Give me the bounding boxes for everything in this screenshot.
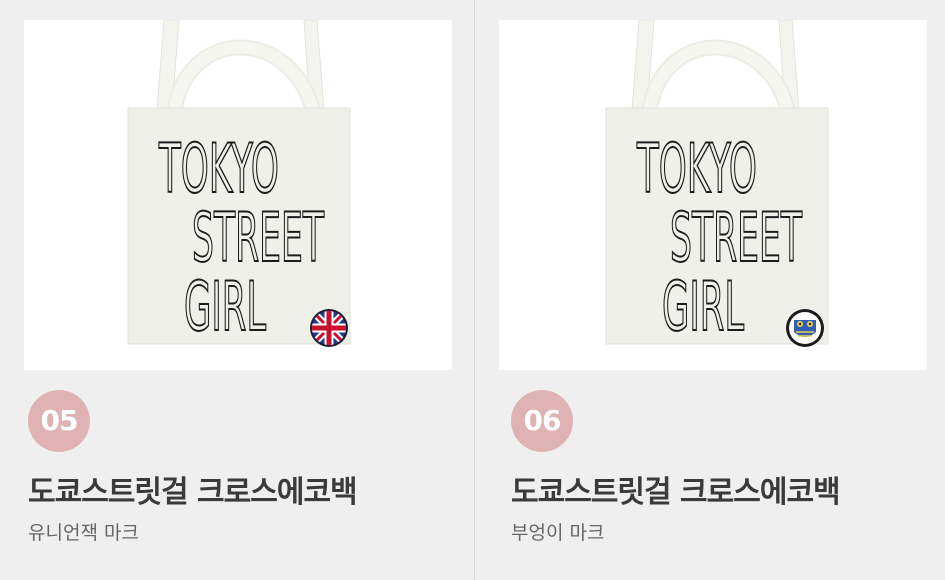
product-option-label: 유니언잭 마크 — [28, 522, 139, 544]
bag-print-line-2: STREET — [192, 199, 324, 278]
owl-patch-icon — [786, 309, 824, 347]
bag-print-line-3: GIRL — [184, 268, 266, 347]
product-image[interactable]: TOKYO STREET GIRL — [499, 20, 927, 370]
product-image[interactable]: TOKYO STREET GIRL — [24, 20, 452, 370]
tote-bag-image: TOKYO STREET GIRL — [127, 20, 351, 348]
product-option-label: 부엉이 마크 — [511, 522, 605, 544]
product-card[interactable]: TOKYO STREET GIRL 05 도쿄스트릿걸 크로스에코백 유니언잭 … — [0, 0, 472, 580]
bag-print-line-2: STREET — [670, 199, 802, 278]
product-number-badge: 05 — [28, 390, 90, 452]
product-card[interactable]: TOKYO STREET GIRL 06 도쿄스트릿걸 크로스에코백 부엉이 마… — [476, 0, 945, 580]
column-divider — [474, 0, 475, 580]
bag-print-line-1: TOKYO — [636, 130, 757, 209]
bag-print-line-3: GIRL — [662, 268, 744, 347]
product-number-badge: 06 — [511, 390, 573, 452]
product-title[interactable]: 도쿄스트릿걸 크로스에코백 — [511, 467, 841, 511]
bag-print-line-1: TOKYO — [158, 130, 279, 209]
product-title[interactable]: 도쿄스트릿걸 크로스에코백 — [28, 467, 358, 511]
tote-bag-image: TOKYO STREET GIRL — [605, 20, 829, 348]
